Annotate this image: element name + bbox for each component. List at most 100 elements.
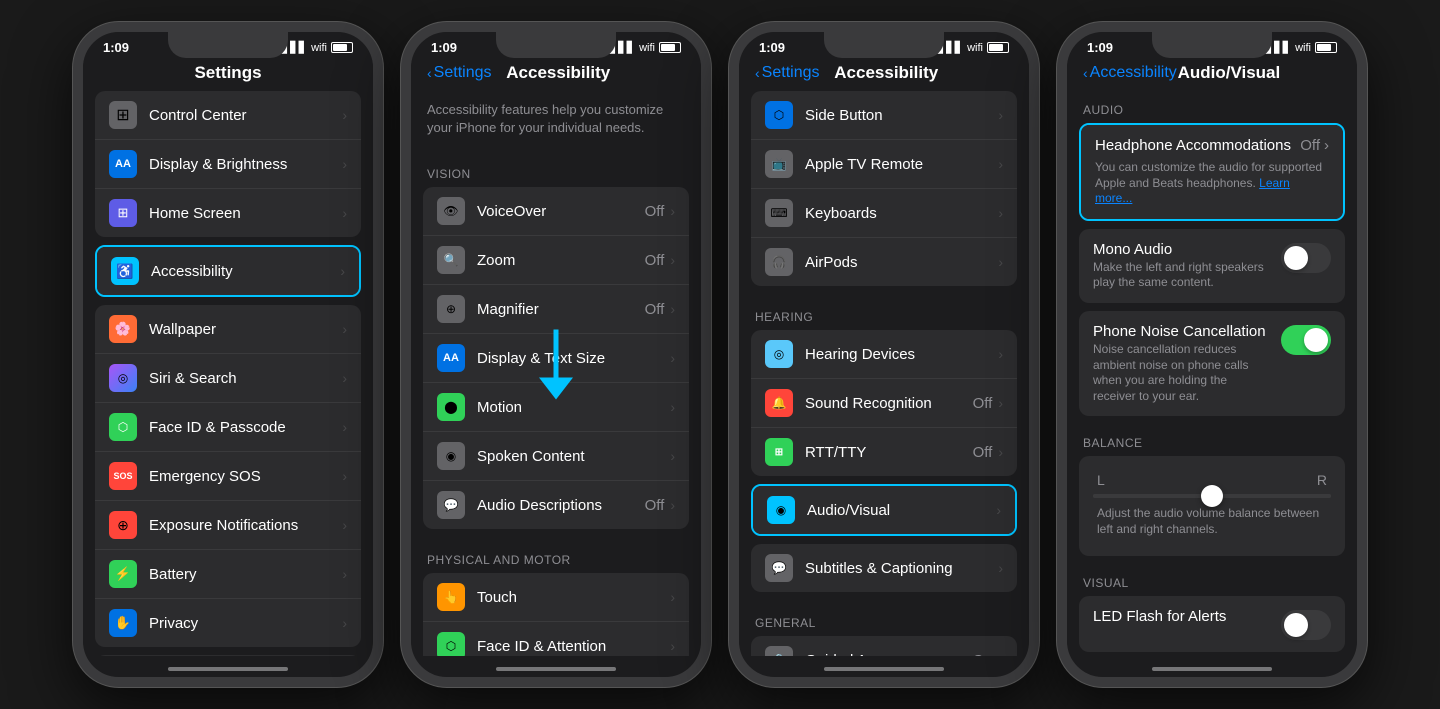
vision-section-header: VISION [411,151,701,187]
list-item[interactable]: 👆 Touch › [423,573,689,622]
settings-list-2[interactable]: Accessibility features help you customiz… [411,91,701,656]
noise-cancel-row[interactable]: Phone Noise Cancellation Noise cancellat… [1079,311,1345,416]
back-chevron-icon: ‹ [427,65,432,81]
mono-audio-knob [1284,246,1308,270]
accessibility-row-highlighted[interactable]: ♿ Accessibility › [95,245,361,297]
privacy-icon: ✋ [109,609,137,637]
audio-desc-icon: 💬 [437,491,465,519]
chevron-icon: › [670,638,675,654]
chevron-icon: › [342,205,347,221]
list-item[interactable]: ◉ Audio/Visual › [753,486,1015,534]
nav-back-2[interactable]: ‹ Settings [427,64,491,82]
list-item[interactable]: 👁 VoiceOver Off › [423,187,689,236]
list-item[interactable]: ⊕ Exposure Notifications › [95,501,361,550]
chevron-icon: › [670,399,675,415]
nav-bar-1: Settings [83,59,373,91]
row-value: Off [973,444,993,461]
balance-thumb[interactable] [1201,485,1223,507]
headphone-off-label: Off [1300,137,1320,154]
list-item[interactable]: ⬤ Motion › [423,383,689,432]
settings-list-3[interactable]: ⬡ Side Button › 📺 Apple TV Remote › ⌨ Ke… [739,91,1029,656]
mono-audio-row[interactable]: Mono Audio Make the left and right speak… [1079,229,1345,303]
list-item[interactable]: ◉ Spoken Content › [423,432,689,481]
home-indicator-2 [496,667,616,671]
side-button-icon-3: ⬡ [765,101,793,129]
faceid-icon: ⬡ [109,413,137,441]
balance-group: L R Adjust the audio volume balance betw… [1079,456,1345,555]
control-center-icon: ⊞ [109,101,137,129]
voiceover-icon: 👁 [437,197,465,225]
noise-cancel-desc: Noise cancellation reduces ambient noise… [1093,342,1271,404]
headphone-accommodations-highlighted[interactable]: Headphone Accommodations Off › You can c… [1079,123,1345,221]
row-label: Magnifier [477,301,645,318]
list-item[interactable]: ⬡ Face ID & Attention › [423,622,689,656]
row-label: Zoom [477,252,645,269]
rtt-tty-icon: ⊞ [765,438,793,466]
notch-2 [496,32,616,58]
led-flash-info: LED Flash for Alerts [1093,608,1271,627]
phone-4: 1:09 ▋▋▋ wifi ‹ Accessibility Audio/Visu… [1057,22,1367,687]
zoom-icon: 🔍 [437,246,465,274]
balance-container: L R Adjust the audio volume balance betw… [1079,456,1345,555]
chevron-icon: › [1324,137,1329,154]
list-item[interactable]: 🌸 Wallpaper › [95,305,361,354]
list-item[interactable]: 🔒 Guided Access On › [751,636,1017,656]
list-item[interactable]: ♿ Accessibility › [97,247,359,295]
list-item[interactable]: AA Display & Text Size › [423,334,689,383]
row-label: Motion [477,399,670,416]
noise-cancel-toggle[interactable] [1281,325,1331,355]
list-item[interactable]: ⚡ Battery › [95,550,361,599]
row-value: Off [645,203,665,220]
led-flash-row[interactable]: LED Flash for Alerts [1079,596,1345,652]
list-item[interactable]: 📺 Apple TV Remote › [751,140,1017,189]
wallpaper-icon: 🌸 [109,315,137,343]
mono-audio-info: Mono Audio Make the left and right speak… [1093,241,1271,291]
led-flash-toggle[interactable] [1281,610,1331,640]
list-item[interactable]: ✋ Privacy › [95,599,361,647]
vision-group: 👁 VoiceOver Off › 🔍 Zoom Off › ⊕ Magnifi… [423,187,689,529]
settings-group-1: ⊞ Control Center › AA Display & Brightne… [95,91,361,237]
list-item[interactable]: ⬡ Side Button › [751,91,1017,140]
mono-audio-group: Mono Audio Make the left and right speak… [1079,229,1345,303]
chevron-icon: › [998,652,1003,656]
list-item[interactable]: 💬 Subtitles & Captioning › [751,544,1017,592]
list-item[interactable]: SOS Emergency SOS › [95,452,361,501]
settings-list-4[interactable]: AUDIO Headphone Accommodations Off › You… [1067,91,1357,656]
chevron-icon: › [670,448,675,464]
accessibility-desc: Accessibility features help you customiz… [411,91,701,151]
nav-back-4[interactable]: ‹ Accessibility [1083,64,1177,82]
chevron-icon: › [998,254,1003,270]
battery-icon-1 [331,42,353,53]
siri-icon: ◎ [109,364,137,392]
row-label: Subtitles & Captioning [805,560,998,577]
balance-track[interactable] [1093,494,1331,498]
guided-access-icon: 🔒 [765,646,793,656]
hearing-devices-icon: ◎ [765,340,793,368]
list-item[interactable]: A App Store › [95,655,361,656]
list-item[interactable]: ⊞ Home Screen › [95,189,361,237]
list-item[interactable]: 🔍 Zoom Off › [423,236,689,285]
list-item[interactable]: ◎ Hearing Devices › [751,330,1017,379]
list-item[interactable]: ◎ Siri & Search › [95,354,361,403]
headphone-title: Headphone Accommodations [1095,137,1291,154]
nav-back-3[interactable]: ‹ Settings [755,64,819,82]
mono-audio-toggle[interactable] [1281,243,1331,273]
list-item[interactable]: ⌨ Keyboards › [751,189,1017,238]
list-item[interactable]: ⊞ RTT/TTY Off › [751,428,1017,476]
row-label: Apple TV Remote [805,156,998,173]
back-label-2: Settings [434,64,492,82]
motion-icon: ⬤ [437,393,465,421]
noise-cancel-knob [1304,328,1328,352]
list-item[interactable]: AA Display & Brightness › [95,140,361,189]
audiovisual-row-highlighted[interactable]: ◉ Audio/Visual › [751,484,1017,536]
settings-list-1[interactable]: ⊞ Control Center › AA Display & Brightne… [83,91,373,656]
list-item[interactable]: ⊕ Magnifier Off › [423,285,689,334]
keyboards-icon: ⌨ [765,199,793,227]
list-item[interactable]: ⬡ Face ID & Passcode › [95,403,361,452]
mono-audio-title: Mono Audio [1093,241,1271,258]
list-item[interactable]: 🔔 Sound Recognition Off › [751,379,1017,428]
list-item[interactable]: ⊞ Control Center › [95,91,361,140]
list-item[interactable]: 🎧 AirPods › [751,238,1017,286]
list-item[interactable]: 💬 Audio Descriptions Off › [423,481,689,529]
chevron-icon: › [670,252,675,268]
